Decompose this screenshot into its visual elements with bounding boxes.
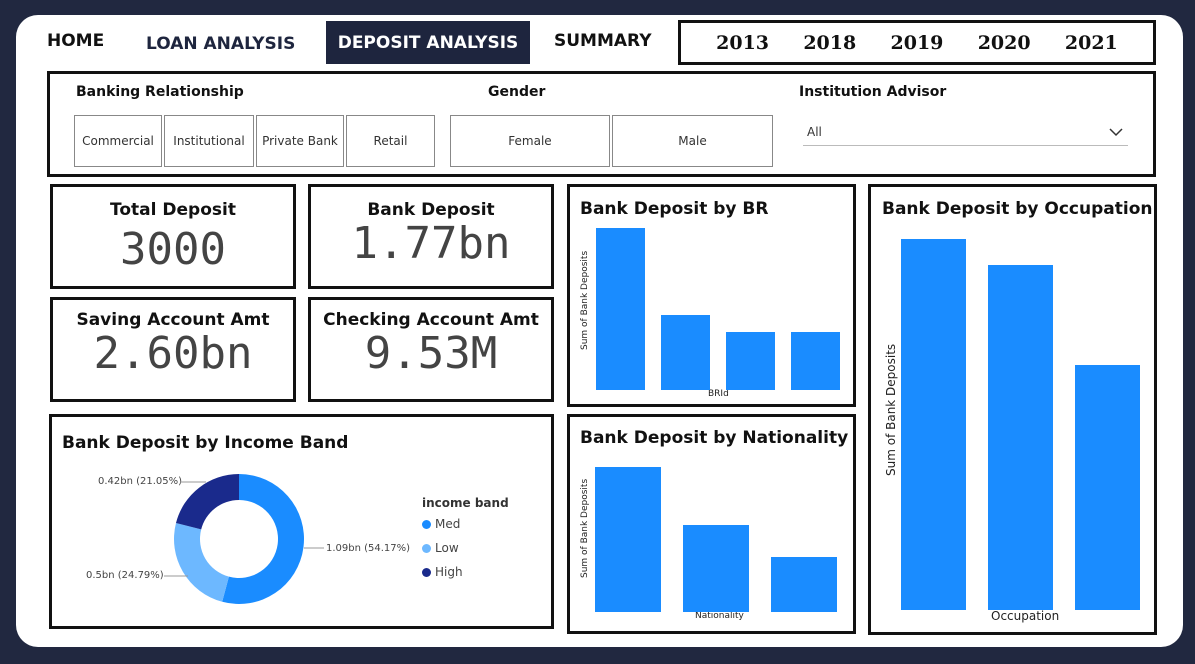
legend-label: High — [435, 565, 463, 579]
legend-label: Med — [435, 517, 461, 531]
leader-lines — [164, 481, 324, 577]
legend-dot-icon — [422, 519, 431, 529]
legend-label: Low — [435, 541, 459, 555]
legend-dot-icon — [422, 567, 431, 577]
legend-item-med[interactable]: Med — [422, 517, 460, 531]
legend-item-high[interactable]: High — [422, 565, 463, 579]
legend-item-low[interactable]: Low — [422, 541, 459, 555]
legend-dot-icon — [422, 543, 431, 553]
legend-title: income band — [422, 496, 509, 510]
